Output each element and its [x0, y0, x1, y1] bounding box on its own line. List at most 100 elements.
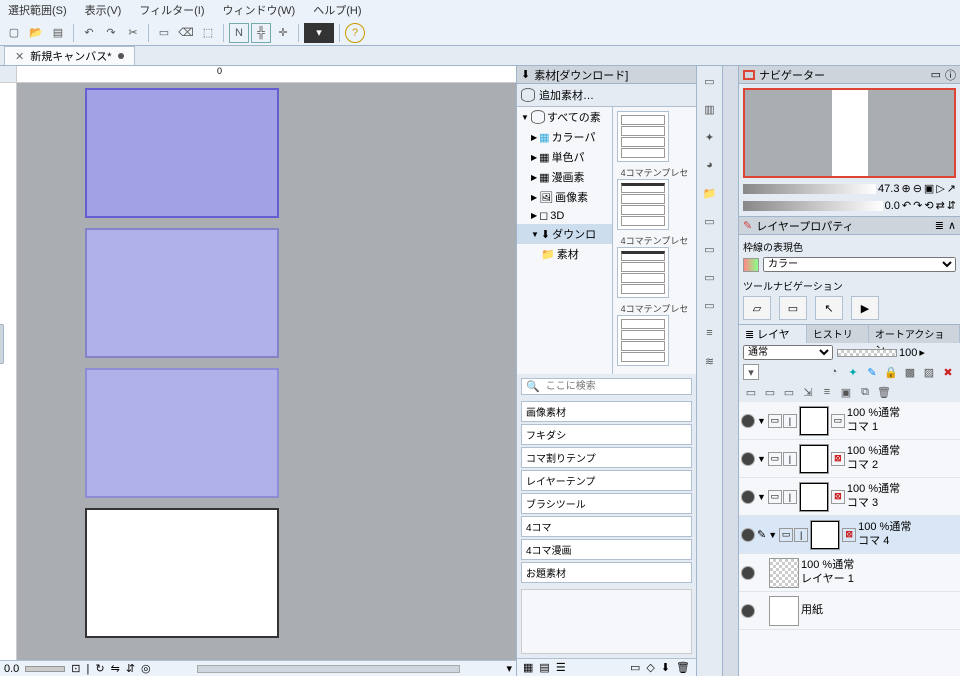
redo-icon[interactable]: ↷	[101, 23, 121, 43]
comic-frame-3[interactable]	[85, 368, 279, 498]
tag-image-material[interactable]: 画像素材	[521, 401, 692, 422]
tree-download[interactable]: ▼⬇ダウンロ	[517, 224, 612, 244]
tree-mono-pattern[interactable]: ▶▦単色パ	[517, 147, 612, 167]
subtool-detail-icon[interactable]: ▥	[699, 98, 721, 120]
mirror-icon[interactable]: ⇄	[936, 199, 945, 212]
visibility-icon[interactable]	[741, 490, 755, 504]
tag-theme-material[interactable]: お題素材	[521, 562, 692, 583]
new-folder-icon[interactable]: ▭	[762, 384, 778, 400]
stack-icon[interactable]: ≡	[699, 322, 721, 344]
add-material-button[interactable]: 追加素材…	[517, 84, 696, 107]
navigator-viewport[interactable]	[743, 88, 956, 178]
layer-row-frame-3[interactable]: ▼ ▭| ⊠ 100 %通常コマ 3	[739, 478, 960, 516]
tag-layer-template[interactable]: レイヤーテンプ	[521, 470, 692, 491]
material-del-icon[interactable]: 🗑	[676, 661, 690, 674]
visibility-icon[interactable]	[741, 566, 755, 580]
visibility-icon[interactable]	[741, 414, 755, 428]
layer-row-frame-2[interactable]: ▼ ▭| ⊠ 100 %通常コマ 2	[739, 440, 960, 478]
tool-nav-cut-icon[interactable]: ▶	[851, 296, 879, 320]
duplicate-icon[interactable]: ⧉	[857, 384, 873, 400]
layer-color-icon[interactable]: ▾	[743, 364, 759, 380]
tool-nav-frame-icon[interactable]: ▭	[779, 296, 807, 320]
select-all-icon[interactable]: ⬚	[198, 23, 218, 43]
info-panel-icon[interactable]: ⓘ	[945, 67, 956, 83]
ruler-icon[interactable]: ▨	[921, 364, 937, 380]
tag-frame-template[interactable]: コマ割りテンプ	[521, 447, 692, 468]
menu-filter[interactable]: フィルター(I)	[139, 2, 204, 18]
search-input[interactable]	[544, 379, 691, 394]
tool-nav-object-icon[interactable]: ▱	[743, 296, 771, 320]
brush-size-icon[interactable]: ✦	[699, 126, 721, 148]
material-thumb-3[interactable]	[617, 247, 669, 298]
blend-mode-select[interactable]: 通常	[743, 345, 833, 360]
material-thumb-1[interactable]	[617, 111, 669, 162]
tab-history[interactable]: ヒストリー	[807, 325, 869, 343]
flip-h-icon[interactable]: ⇋	[111, 662, 120, 675]
canvas-viewport[interactable]	[17, 83, 516, 660]
tree-manga-material[interactable]: ▶▦漫画素	[517, 167, 612, 187]
stack-prop-icon[interactable]: ≣	[935, 219, 944, 232]
tag-brush-tool[interactable]: ブラシツール	[521, 493, 692, 514]
mirror-v-icon[interactable]: ⇵	[947, 199, 956, 212]
view-icon[interactable]: ◎	[141, 662, 151, 675]
mask-icon[interactable]: ▩	[902, 364, 918, 380]
arrow-icon[interactable]: ↗	[947, 182, 956, 195]
tag-4koma[interactable]: 4コマ	[521, 516, 692, 537]
help-icon[interactable]: ?	[345, 23, 365, 43]
tree-image-material[interactable]: ▶🖼画像素	[517, 187, 612, 207]
reset-rot-icon[interactable]: ⟲	[924, 199, 933, 212]
close-tab-icon[interactable]: ✕	[15, 50, 24, 63]
layer-prop-icon[interactable]: ▭	[699, 210, 721, 232]
fit-icon[interactable]: ▣	[924, 182, 934, 195]
draft-icon[interactable]: ✎	[864, 364, 880, 380]
zoom-slider[interactable]	[25, 666, 65, 672]
material-thumb-2[interactable]	[617, 179, 669, 230]
layer-row-frame-1[interactable]: ▼ ▭| ▭ 100 %通常コマ 1	[739, 402, 960, 440]
new-file-icon[interactable]: ▢	[4, 23, 24, 43]
comic-frame-2[interactable]	[85, 228, 279, 358]
save-icon[interactable]: ▤	[48, 23, 68, 43]
guides-icon[interactable]: ✛	[273, 23, 293, 43]
delete-icon[interactable]: ⌫	[176, 23, 196, 43]
tree-3d[interactable]: ▶◻3D	[517, 207, 612, 224]
material-prop-icon[interactable]: ◇	[646, 661, 654, 674]
info-dock-icon[interactable]: ▭	[699, 266, 721, 288]
fit-screen-icon[interactable]: ⊡	[71, 662, 80, 675]
tree-material-folder[interactable]: 📁素材	[517, 244, 612, 264]
view-menu-icon[interactable]: ▾	[506, 662, 512, 675]
menu-help[interactable]: ヘルプ(H)	[313, 2, 361, 18]
comic-frame-4[interactable]	[85, 508, 279, 638]
scroll-track[interactable]	[197, 665, 461, 673]
new-layer-icon[interactable]: ▭	[743, 384, 759, 400]
merge-icon[interactable]: ≡	[819, 384, 835, 400]
rotate-left-icon[interactable]: ↶	[902, 199, 911, 212]
tree-color-pattern[interactable]: ▶▦カラーパ	[517, 127, 612, 147]
tag-4koma-manga[interactable]: 4コマ漫画	[521, 539, 692, 560]
menu-select[interactable]: 選択範囲(S)	[8, 2, 67, 18]
layer-row-paper[interactable]: 用紙	[739, 592, 960, 630]
layer-row-frame-4[interactable]: ✎ ▼ ▭| ⊠ 100 %通常コマ 4	[739, 516, 960, 554]
quickaccess-icon[interactable]: ▭	[931, 68, 941, 81]
material-save-icon[interactable]: ⬇	[661, 661, 670, 674]
document-tab[interactable]: ✕ 新規キャンバス*	[4, 46, 135, 65]
rotation-slider[interactable]	[743, 201, 883, 211]
list-large-icon[interactable]: ▦	[523, 661, 533, 674]
zoom-in-icon[interactable]: ⊕	[901, 182, 910, 195]
undo-icon[interactable]: ↶	[79, 23, 99, 43]
color-mode-select[interactable]: カラー	[763, 257, 956, 272]
zoom-slider-nav[interactable]	[743, 184, 876, 194]
opacity-slider[interactable]	[837, 349, 897, 357]
ruler-prop-icon[interactable]: ∧	[948, 219, 956, 232]
rotate-right-icon[interactable]: ↷	[913, 199, 922, 212]
list-small-icon[interactable]: ▤	[539, 661, 549, 674]
visibility-icon[interactable]	[741, 528, 755, 542]
tab-layer[interactable]: ≣ レイヤー	[739, 325, 807, 343]
tool-nav-move-icon[interactable]: ↖	[815, 296, 843, 320]
color-swatch-icon[interactable]	[743, 258, 759, 272]
color-wheel-icon[interactable]: ◕	[699, 154, 721, 176]
panel-resize-grip[interactable]	[0, 324, 4, 364]
new-raster-icon[interactable]: ▭	[781, 384, 797, 400]
snap-icon[interactable]: N	[229, 23, 249, 43]
navigator-dock-icon[interactable]: ▭	[699, 238, 721, 260]
list-detail-icon[interactable]: ☰	[556, 661, 566, 674]
